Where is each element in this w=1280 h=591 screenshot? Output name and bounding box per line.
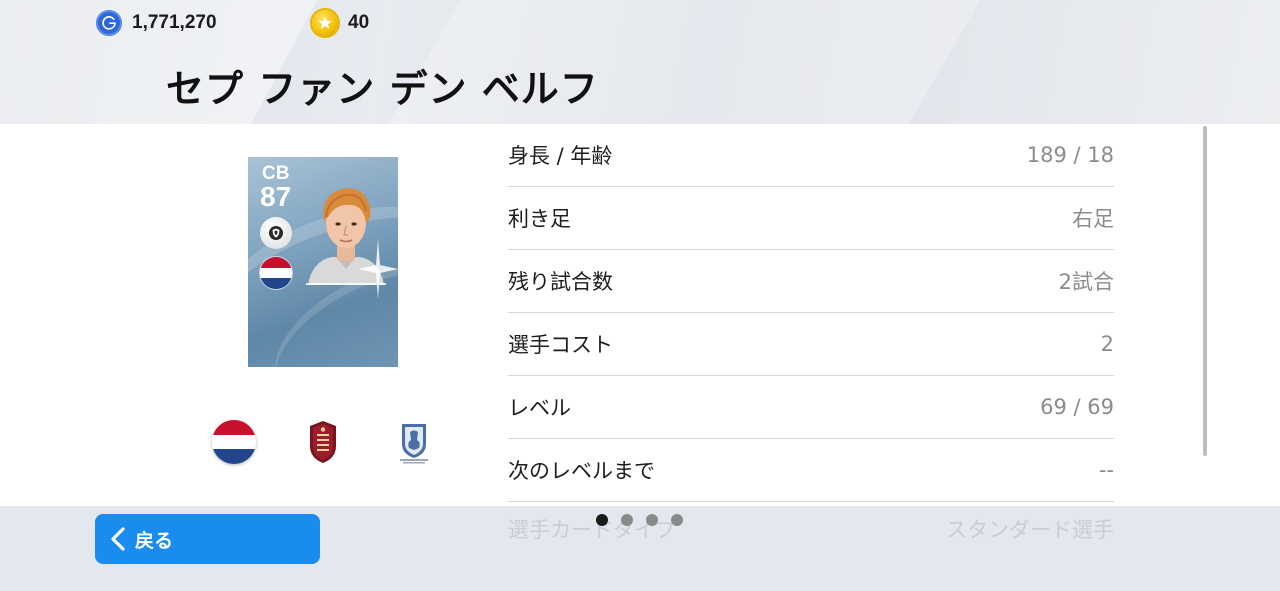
stat-row-level: レベル 69 / 69 bbox=[508, 376, 1114, 439]
stat-label: 身長 / 年齢 bbox=[508, 144, 613, 168]
stats-scrollbar[interactable] bbox=[1203, 126, 1207, 456]
page-dot-4[interactable] bbox=[671, 514, 683, 526]
page-dot-1[interactable] bbox=[596, 514, 608, 526]
gp-balance: 1,771,270 bbox=[96, 10, 217, 36]
stat-value: 2試合 bbox=[1058, 270, 1114, 294]
top-header: 1,771,270 40 セプ ファン デン ベルフ bbox=[0, 0, 1280, 124]
stat-value: スタンダード選手 bbox=[946, 518, 1114, 542]
stat-value: 右足 bbox=[1072, 207, 1114, 231]
stat-value: 189 / 18 bbox=[1026, 143, 1114, 167]
stat-value: 2 bbox=[1100, 332, 1114, 356]
card-shine-icon bbox=[358, 239, 398, 299]
chevron-left-icon bbox=[111, 527, 125, 551]
club-crest-badge[interactable] bbox=[301, 420, 345, 464]
coin-balance: 40 bbox=[312, 10, 369, 36]
bottom-bar: 選手カードタイプ スタンダード選手 戻る bbox=[0, 506, 1280, 591]
player-card[interactable]: CB 87 bbox=[248, 157, 398, 367]
league-badge[interactable] bbox=[392, 420, 436, 464]
stat-label: 次のレベルまで bbox=[508, 459, 655, 483]
stat-row-height-age: 身長 / 年齢 189 / 18 bbox=[508, 124, 1114, 187]
nationality-flag-badge[interactable] bbox=[212, 420, 256, 464]
cb-style-badge-icon bbox=[260, 217, 292, 249]
gp-icon bbox=[96, 10, 122, 36]
stat-label: 残り試合数 bbox=[508, 270, 613, 294]
page-indicator bbox=[596, 514, 683, 526]
coin-amount: 40 bbox=[348, 12, 370, 33]
star-coin-icon bbox=[312, 10, 338, 36]
stat-label: 選手コスト bbox=[508, 333, 613, 357]
stat-row-remaining-matches: 残り試合数 2試合 bbox=[508, 250, 1114, 313]
page-dot-3[interactable] bbox=[646, 514, 658, 526]
stat-row-player-cost: 選手コスト 2 bbox=[508, 313, 1114, 376]
player-detail-panel: CB 87 身長 / 年齢 189 / 18 利き足 右足 残り試合数 2試合 … bbox=[0, 124, 1280, 506]
stat-value: -- bbox=[1098, 458, 1114, 482]
stat-label: レベル bbox=[508, 396, 571, 420]
stat-label: 利き足 bbox=[508, 207, 571, 231]
stat-row-next-level: 次のレベルまで -- bbox=[508, 439, 1114, 502]
stat-value: 69 / 69 bbox=[1040, 395, 1114, 419]
club-crest-icon bbox=[310, 421, 336, 463]
back-button[interactable]: 戻る bbox=[95, 514, 320, 564]
page-dot-2[interactable] bbox=[621, 514, 633, 526]
english-league-badge-icon bbox=[400, 424, 428, 464]
stat-row-preferred-foot: 利き足 右足 bbox=[508, 187, 1114, 250]
gp-amount: 1,771,270 bbox=[132, 12, 217, 33]
page-title: セプ ファン デン ベルフ bbox=[166, 67, 599, 111]
netherlands-flag-icon bbox=[212, 420, 256, 464]
player-stats-list: 身長 / 年齢 189 / 18 利き足 右足 残り試合数 2試合 選手コスト … bbox=[508, 124, 1114, 502]
card-nationality-flag bbox=[260, 257, 292, 289]
back-button-label: 戻る bbox=[135, 529, 174, 552]
card-rating: 87 bbox=[260, 181, 292, 212]
